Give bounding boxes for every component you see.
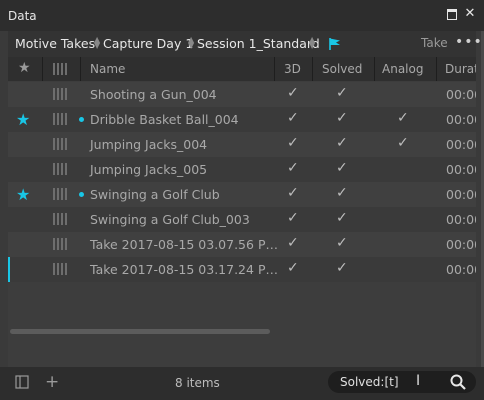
takes-bars-icon	[53, 113, 67, 125]
maximize-icon[interactable]	[445, 7, 459, 21]
check-solved-icon: ✓	[336, 135, 348, 151]
take-name: Jumping Jacks_005	[90, 162, 208, 177]
takes-bars-icon	[53, 188, 67, 200]
flag-icon[interactable]	[328, 36, 342, 55]
window-title: Data	[8, 9, 37, 23]
take-duration: 00:00	[446, 87, 476, 102]
take-duration: 00:00	[446, 237, 476, 252]
check-solved-icon: ✓	[336, 235, 348, 251]
check-3d-icon: ✓	[287, 135, 299, 151]
search-field[interactable]: Solved:[t] I	[328, 371, 476, 393]
take-name: Jumping Jacks_004	[90, 137, 208, 152]
check-3d-icon: ✓	[287, 85, 299, 101]
star-icon[interactable]: ★	[16, 185, 30, 204]
text-cursor-icon: I	[416, 373, 421, 389]
chevron-updown-icon[interactable]: ▲ ▼	[94, 36, 100, 50]
take-name: Take 2017-08-15 03.07.56 P…	[90, 237, 278, 252]
title-bar: Data ✕	[0, 0, 484, 31]
close-icon[interactable]: ✕	[463, 7, 477, 21]
breadcrumb-item-capture-day[interactable]: Capture Day 1	[103, 36, 193, 51]
status-dot	[79, 192, 84, 197]
column-header-3d[interactable]: 3D	[284, 62, 301, 76]
take-duration: 00:00	[446, 137, 476, 152]
take-duration: 00:00	[446, 112, 476, 127]
takes-bars-icon	[53, 263, 67, 275]
table-row[interactable]: Take 2017-08-15 03.17.24 P… ✓ ✓ 00:00	[8, 257, 476, 282]
take-name: Dribble Basket Ball_004	[90, 112, 239, 127]
plus-icon[interactable]: +	[45, 372, 59, 392]
breadcrumb: Motive Takes ▲ ▼ Capture Day 1 ▲ ▼ Session…	[8, 31, 482, 57]
table-row[interactable]: ★ Dribble Basket Ball_004 ✓ ✓ ✓ 00:00	[8, 107, 476, 132]
check-analog-icon: ✓	[397, 135, 409, 151]
take-name: Swinging a Golf Club	[90, 187, 220, 202]
takes-bars-icon	[53, 213, 67, 225]
status-dot	[79, 117, 84, 122]
take-duration: 00:00	[446, 187, 476, 202]
breadcrumb-item-motive-takes[interactable]: Motive Takes	[15, 36, 95, 51]
item-count: 8 items	[175, 376, 220, 390]
column-header-solved[interactable]: Solved	[322, 62, 362, 76]
check-solved-icon: ✓	[336, 85, 348, 101]
take-label: Take	[421, 36, 448, 50]
take-duration: 00:00	[446, 262, 476, 277]
table-header: ★ Name 3D Solved Analog Durat	[8, 57, 476, 81]
column-header-duration[interactable]: Durat	[445, 62, 476, 76]
takes-column-icon[interactable]	[53, 63, 67, 75]
check-solved-icon: ✓	[336, 185, 348, 201]
takes-bars-icon	[53, 138, 67, 150]
breadcrumb-item-session[interactable]: Session 1_Standard	[197, 36, 320, 51]
table-row[interactable]: ★ Swinging a Golf Club ✓ ✓ 00:00	[8, 182, 476, 207]
chevron-updown-icon[interactable]: ▲ ▼	[309, 36, 315, 50]
check-analog-icon: ✓	[397, 110, 409, 126]
check-3d-icon: ✓	[287, 260, 299, 276]
table-row[interactable]: Jumping Jacks_005 ✓ ✓ 00:00	[8, 157, 476, 182]
table-row[interactable]: Jumping Jacks_004 ✓ ✓ ✓ 00:00	[8, 132, 476, 157]
column-header-analog[interactable]: Analog	[382, 62, 423, 76]
star-column-icon[interactable]: ★	[18, 60, 31, 76]
check-3d-icon: ✓	[287, 210, 299, 226]
take-name: Swinging a Golf Club_003	[90, 212, 250, 227]
search-icon[interactable]	[450, 374, 466, 394]
takes-bars-icon	[53, 88, 67, 100]
check-3d-icon: ✓	[287, 185, 299, 201]
selection-marker	[8, 257, 10, 282]
check-3d-icon: ✓	[287, 110, 299, 126]
take-name: Take 2017-08-15 03.17.24 P…	[90, 262, 278, 277]
star-icon[interactable]: ★	[16, 110, 30, 129]
take-duration: 00:00	[446, 162, 476, 177]
more-options-icon[interactable]: •••	[455, 34, 483, 50]
column-header-name[interactable]: Name	[90, 62, 125, 76]
check-solved-icon: ✓	[336, 110, 348, 126]
table-row[interactable]: Take 2017-08-15 03.07.56 P… ✓ ✓ 00:00	[8, 232, 476, 257]
footer-bar: + 8 items Solved:[t] I	[0, 367, 484, 400]
check-solved-icon: ✓	[336, 210, 348, 226]
chevron-updown-icon[interactable]: ▲ ▼	[188, 36, 194, 50]
check-solved-icon: ✓	[336, 260, 348, 276]
check-solved-icon: ✓	[336, 160, 348, 176]
takes-bars-icon	[53, 163, 67, 175]
table-row[interactable]: Swinging a Golf Club_003 ✓ ✓ 00:00	[8, 207, 476, 232]
takes-table: ★ Name 3D Solved Analog Durat Shooting a…	[8, 57, 476, 367]
take-name: Shooting a Gun_004	[90, 87, 217, 102]
data-panel: Data ✕ Motive Takes ▲ ▼ Capture Day 1 ▲ ▼ …	[0, 0, 484, 400]
panel-toggle-icon[interactable]	[15, 375, 29, 393]
horizontal-scrollbar[interactable]	[10, 329, 270, 334]
takes-bars-icon	[53, 238, 67, 250]
search-input[interactable]: Solved:[t]	[340, 375, 399, 389]
check-3d-icon: ✓	[287, 160, 299, 176]
check-3d-icon: ✓	[287, 235, 299, 251]
take-duration: 00:00	[446, 212, 476, 227]
table-row[interactable]: Shooting a Gun_004 ✓ ✓ 00:00	[8, 82, 476, 107]
